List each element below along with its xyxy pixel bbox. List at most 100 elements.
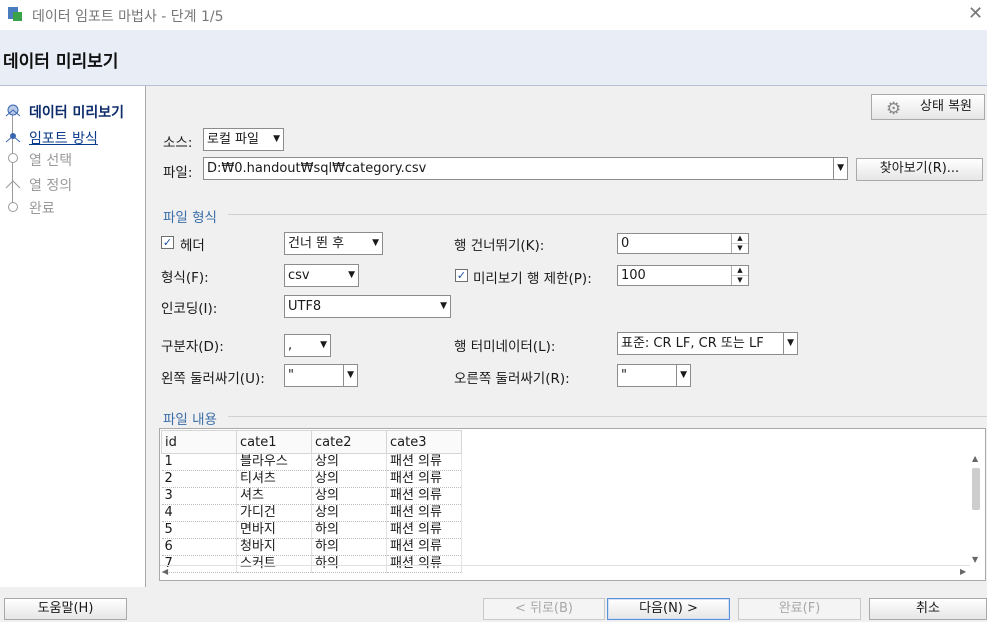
finish-button[interactable]: 완료(F) xyxy=(738,598,861,620)
delimiter-select[interactable]: , ▼ xyxy=(284,334,331,357)
window-title: 데이터 임포트 마법사 - 단계 1/5 xyxy=(32,9,224,25)
encoding-select[interactable]: UTF8 ▼ xyxy=(284,295,451,318)
horizontal-scrollbar[interactable]: ◀ ▶ xyxy=(160,565,970,580)
step-column-select: 열 선택 xyxy=(29,153,73,169)
chevron-down-icon: ▼ xyxy=(372,238,379,248)
table-cell: 상의 xyxy=(311,504,387,522)
table-cell: 3 xyxy=(161,487,237,505)
section-divider xyxy=(228,416,987,417)
back-button[interactable]: < 뒤로(B) xyxy=(483,598,605,620)
right-enclosure-label: 오른쪽 둘러싸기(R): xyxy=(454,371,570,387)
table-cell: 셔츠 xyxy=(236,487,312,505)
encoding-value: UTF8 xyxy=(288,299,322,314)
step-link-icon xyxy=(5,133,21,143)
section-divider xyxy=(228,214,987,215)
spin-up-icon[interactable]: ▲ xyxy=(732,234,748,244)
table-cell: 티셔츠 xyxy=(236,470,312,488)
table-cell: 하의 xyxy=(311,538,387,556)
chevron-down-icon: ▼ xyxy=(320,340,327,350)
row-terminator-label: 행 터미네이터(L): xyxy=(454,339,556,355)
page-title: 데이터 미리보기 xyxy=(3,52,119,72)
format-label: 형식(F): xyxy=(161,270,209,286)
header-option-select[interactable]: 건너 뛴 후 ▼ xyxy=(284,232,383,255)
current-step-icon xyxy=(5,104,21,117)
next-button[interactable]: 다음(N) > xyxy=(607,598,730,620)
header-checkbox[interactable]: ✓ xyxy=(161,236,174,249)
column-header[interactable]: cate1 xyxy=(236,430,312,454)
file-content-legend: 파일 내용 xyxy=(163,412,217,428)
scroll-up-icon[interactable]: ▲ xyxy=(972,454,978,463)
table-row[interactable]: 5 면바지 하의 패션 의류 xyxy=(161,521,462,539)
step-node xyxy=(8,153,18,163)
source-select[interactable]: 로컬 파일 ▼ xyxy=(203,128,284,151)
close-icon[interactable]: ✕ xyxy=(968,3,983,24)
gear-icon: ⚙ xyxy=(886,99,902,119)
column-header[interactable]: cate2 xyxy=(311,430,387,454)
delimiter-label: 구분자(D): xyxy=(161,339,224,355)
table-cell: 6 xyxy=(161,538,237,556)
spin-down-icon[interactable]: ▼ xyxy=(732,276,748,285)
chevron-down-icon: ▼ xyxy=(440,301,447,311)
file-content-table[interactable]: id cate1 cate2 cate3 1 블라우스 상의 패션 의류 2 티… xyxy=(159,428,986,581)
chevron-down-icon: ▼ xyxy=(273,134,280,144)
spin-up-icon[interactable]: ▲ xyxy=(732,266,748,276)
spinner-buttons[interactable]: ▲ ▼ xyxy=(731,234,748,253)
skip-rows-value: 0 xyxy=(621,236,630,251)
help-button[interactable]: 도움말(H) xyxy=(4,598,127,620)
step-import-method[interactable]: 임포트 방식 xyxy=(29,128,98,148)
right-enclosure-select[interactable]: " ▼ xyxy=(617,364,691,387)
row-terminator-select[interactable]: 표준: CR LF, CR 또는 LF ▼ xyxy=(617,332,798,355)
table-row[interactable]: 2 티셔츠 상의 패션 의류 xyxy=(161,470,462,488)
step-column-define: 열 정의 xyxy=(29,178,73,194)
table-cell: 1 xyxy=(161,453,237,471)
left-enclosure-select[interactable]: " ▼ xyxy=(284,364,358,387)
preview-grid: id cate1 cate2 cate3 1 블라우스 상의 패션 의류 2 티… xyxy=(161,430,462,573)
limit-rows-value: 100 xyxy=(621,268,646,283)
skip-rows-label: 행 건너뛰기(K): xyxy=(454,238,545,254)
column-header[interactable]: cate3 xyxy=(386,430,462,454)
limit-rows-checkbox[interactable]: ✓ xyxy=(455,269,468,282)
skip-rows-spinner[interactable]: 0 ▲ ▼ xyxy=(617,233,749,254)
cancel-button[interactable]: 취소 xyxy=(869,598,987,620)
vertical-scrollbar[interactable]: ▲ ▼ xyxy=(970,454,983,566)
header-label: 헤더 xyxy=(180,238,205,254)
table-row[interactable]: 1 블라우스 상의 패션 의류 xyxy=(161,453,462,471)
row-terminator-value: 표준: CR LF, CR 또는 LF xyxy=(621,336,764,351)
spin-down-icon[interactable]: ▼ xyxy=(732,244,748,253)
source-label: 소스: xyxy=(163,135,193,151)
file-path-combo[interactable]: D:₩0.handout₩sql₩category.csv ▼ xyxy=(203,157,848,180)
table-cell: 패션 의류 xyxy=(386,504,462,522)
column-header[interactable]: id xyxy=(161,430,237,454)
table-cell: 면바지 xyxy=(236,521,312,539)
right-enclosure-value: " xyxy=(621,368,627,383)
table-row[interactable]: 4 가디건 상의 패션 의류 xyxy=(161,504,462,522)
table-row[interactable]: 3 셔츠 상의 패션 의류 xyxy=(161,487,462,505)
table-cell: 청바지 xyxy=(236,538,312,556)
spinner-buttons[interactable]: ▲ ▼ xyxy=(731,266,748,285)
chevron-down-icon: ▼ xyxy=(833,158,844,179)
title-bar: 데이터 임포트 마법사 - 단계 1/5 ✕ xyxy=(0,0,987,30)
limit-rows-spinner[interactable]: 100 ▲ ▼ xyxy=(617,265,749,286)
scroll-down-icon[interactable]: ▼ xyxy=(972,555,978,564)
scroll-right-icon[interactable]: ▶ xyxy=(960,567,966,576)
table-cell: 상의 xyxy=(311,470,387,488)
delimiter-value: , xyxy=(288,338,293,353)
chevron-down-icon: ▼ xyxy=(783,333,794,354)
chevron-down-icon: ▼ xyxy=(343,365,354,386)
source-value: 로컬 파일 xyxy=(207,132,259,147)
table-cell: 4 xyxy=(161,504,237,522)
app-icon xyxy=(8,7,22,21)
encoding-label: 인코딩(I): xyxy=(161,301,218,317)
page-header: 데이터 미리보기 xyxy=(0,30,987,86)
browse-button[interactable]: 찾아보기(R)... xyxy=(856,158,983,181)
scroll-thumb[interactable] xyxy=(972,468,980,510)
table-body: 1 블라우스 상의 패션 의류 2 티셔츠 상의 패션 의류 3 셔츠 상의 패… xyxy=(161,453,462,573)
table-row[interactable]: 6 청바지 하의 패션 의류 xyxy=(161,538,462,556)
scroll-left-icon[interactable]: ◀ xyxy=(162,567,168,576)
format-select[interactable]: csv ▼ xyxy=(284,264,359,287)
chevron-down-icon: ▼ xyxy=(676,365,687,386)
restore-state-label: 상태 복원 xyxy=(920,99,972,114)
table-cell: 하의 xyxy=(311,521,387,539)
restore-state-button[interactable]: ⚙ 상태 복원 xyxy=(871,94,985,120)
table-cell: 블라우스 xyxy=(236,453,312,471)
